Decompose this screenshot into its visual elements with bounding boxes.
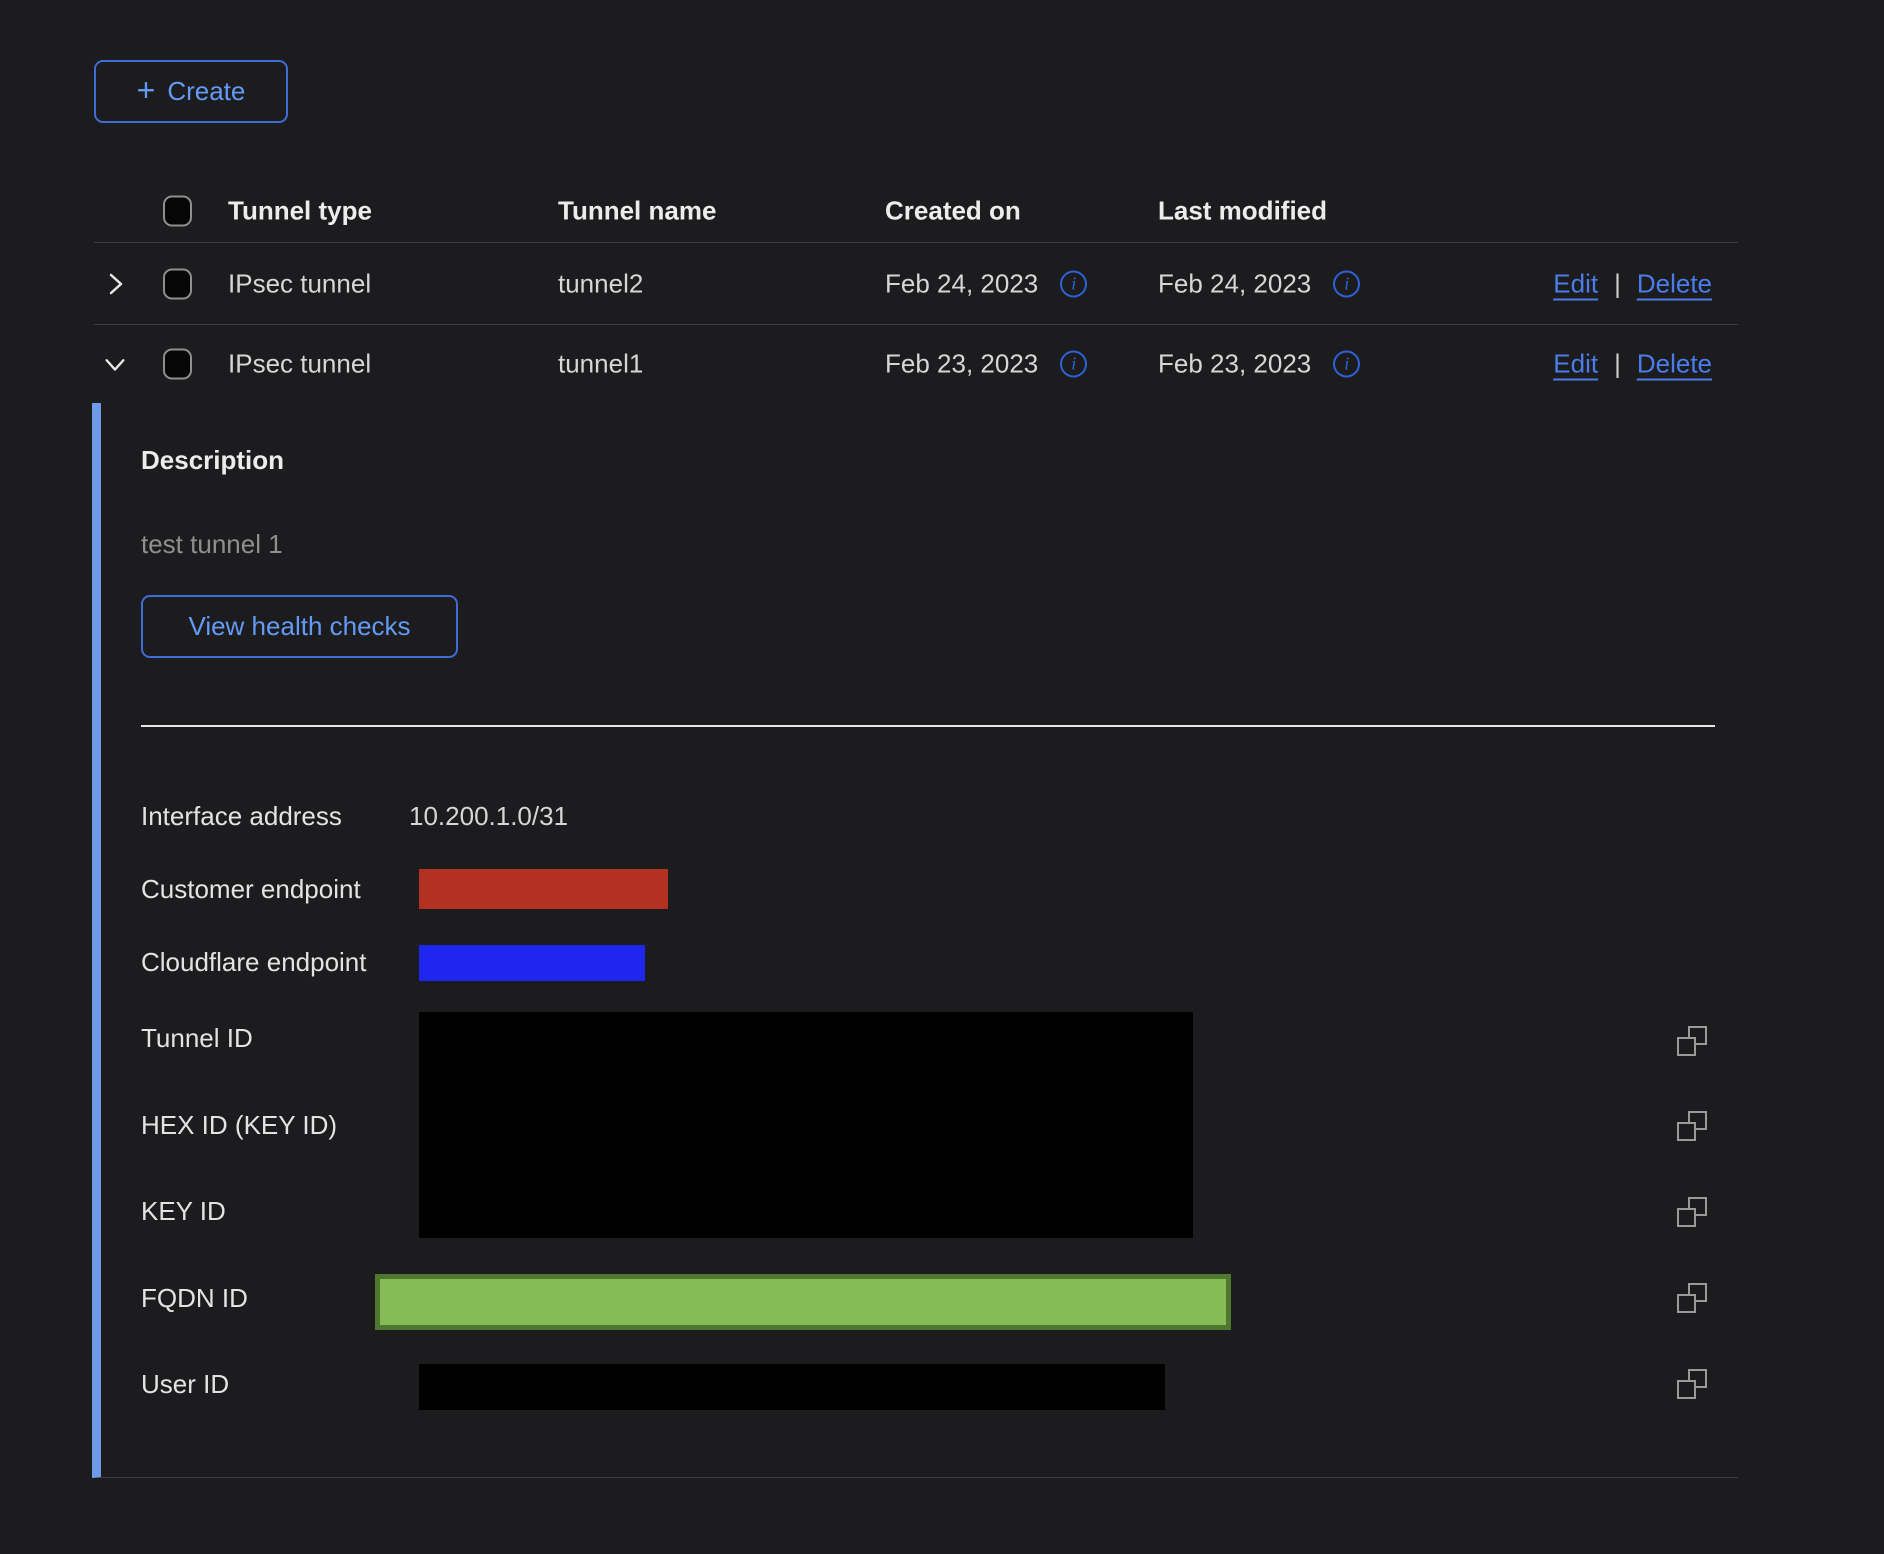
row-checkbox[interactable] [163,349,192,380]
customer-endpoint-redacted-value [419,869,668,909]
tunnel-type-cell: IPsec tunnel [228,349,371,380]
view-health-checks-label: View health checks [188,611,410,642]
expanded-tunnel-panel: Description test tunnel 1 View health ch… [92,403,1738,1478]
interface-address-value: 10.200.1.0/31 [409,801,568,832]
column-header-created-on: Created on [885,196,1021,227]
copy-icon[interactable] [1677,1283,1707,1313]
key-id-label: KEY ID [141,1196,226,1227]
customer-endpoint-label: Customer endpoint [141,874,361,905]
user-id-redacted-value [419,1364,1165,1410]
cloudflare-endpoint-redacted-value [419,945,645,981]
tunnel-type-cell: IPsec tunnel [228,268,371,299]
section-divider [141,725,1715,727]
copy-icon[interactable] [1677,1197,1707,1227]
select-all-checkbox[interactable] [163,196,192,227]
fqdn-id-label: FQDN ID [141,1283,248,1314]
tunnel-id-label: Tunnel ID [141,1023,253,1054]
delete-link[interactable]: Delete [1637,268,1712,299]
user-id-label: User ID [141,1369,229,1400]
tunnels-table: Tunnel type Tunnel name Created on Last … [94,180,1738,403]
table-row: IPsec tunnel tunnel1 Feb 23, 2023 i Feb … [94,325,1738,403]
tunnel-name-cell: tunnel1 [558,349,643,380]
edit-link[interactable]: Edit [1553,268,1598,299]
delete-link[interactable]: Delete [1637,349,1712,380]
action-separator: | [1614,268,1621,299]
cloudflare-endpoint-label: Cloudflare endpoint [141,947,367,978]
info-icon[interactable]: i [1333,351,1360,378]
tunnels-page: + Create Tunnel type Tunnel name Created… [0,0,1884,1554]
copy-icon[interactable] [1677,1111,1707,1141]
column-header-last-modified: Last modified [1158,196,1327,227]
description-value: test tunnel 1 [141,529,283,560]
create-button[interactable]: + Create [94,60,288,123]
copy-icon[interactable] [1677,1026,1707,1056]
last-modified-cell: Feb 23, 2023 [1158,349,1311,380]
create-button-label: Create [167,76,245,107]
copy-icon[interactable] [1677,1369,1707,1399]
info-icon[interactable]: i [1060,270,1087,297]
created-on-cell: Feb 23, 2023 [885,349,1038,380]
created-on-cell: Feb 24, 2023 [885,268,1038,299]
description-label: Description [141,445,284,476]
plus-icon: + [137,74,156,106]
info-icon[interactable]: i [1333,270,1360,297]
column-header-tunnel-name: Tunnel name [558,196,716,227]
hex-id-label: HEX ID (KEY ID) [141,1110,337,1141]
column-header-tunnel-type: Tunnel type [228,196,372,227]
interface-address-label: Interface address [141,801,342,832]
ids-redacted-value [419,1012,1193,1238]
chevron-right-icon[interactable] [102,271,128,297]
table-header-row: Tunnel type Tunnel name Created on Last … [94,180,1738,243]
fqdn-id-redacted-value [375,1274,1231,1330]
tunnel-name-cell: tunnel2 [558,268,643,299]
chevron-down-icon[interactable] [102,351,128,377]
info-icon[interactable]: i [1060,351,1087,378]
edit-link[interactable]: Edit [1553,349,1598,380]
action-separator: | [1614,349,1621,380]
table-row: IPsec tunnel tunnel2 Feb 24, 2023 i Feb … [94,243,1738,325]
row-checkbox[interactable] [163,268,192,299]
last-modified-cell: Feb 24, 2023 [1158,268,1311,299]
view-health-checks-button[interactable]: View health checks [141,595,458,658]
